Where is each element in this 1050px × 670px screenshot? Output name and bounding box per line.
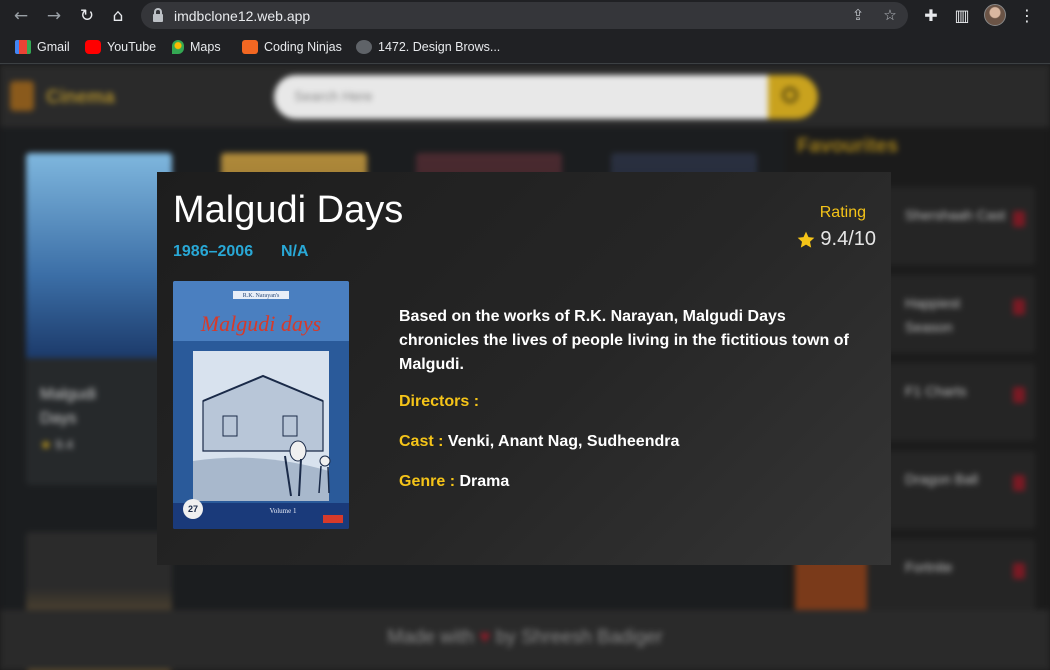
rating-label: Rating [819,204,866,221]
movie-years: 1986–2006 [173,243,254,260]
rating-value: 9.4/10 [796,228,876,251]
profile-avatar[interactable] [984,4,1006,26]
extensions-icon[interactable]: ✚ [920,5,942,27]
delete-icon[interactable] [1013,475,1025,491]
forward-arrow-icon[interactable]: → [43,5,65,27]
bookmark-star-icon[interactable]: ☆ [880,5,900,25]
movie-cast: Cast : Venki, Anant Nag, Sudheendra [399,433,680,450]
delete-icon[interactable] [1013,211,1025,227]
search-input[interactable]: Search Here [274,75,770,119]
favourites-title: Favourites [797,135,899,157]
search-button[interactable] [768,75,818,119]
back-arrow-icon[interactable]: ← [10,5,32,27]
card-rating: ★ 9.4 [40,437,74,452]
bookmark-youtube[interactable]: YouTube [85,39,156,55]
menu-kebab-icon[interactable]: ⋮ [1016,5,1038,27]
address-bar[interactable]: imdbclone12.web.app ⇪ ☆ [141,2,908,29]
logo-icon [10,81,34,111]
bookmark-gmail[interactable]: Gmail [15,39,70,55]
home-icon[interactable]: ⌂ [107,5,129,27]
leetcode-icon [356,40,372,54]
star-icon: ★ [40,437,52,452]
delete-icon[interactable] [1013,563,1025,579]
movie-detail-modal: Malgudi Days 1986–2006 N/A Rating 9.4/10… [157,172,891,565]
site-footer: Made with ♥ by Shreesh Badiger [0,610,1050,670]
movie-title: Malgudi Days [173,189,404,231]
site-header: Cinema Search Here [0,65,1050,127]
bookmark-coding-ninjas[interactable]: Coding Ninjas [242,39,342,55]
url-text[interactable]: imdbclone12.web.app [174,8,310,24]
bookmark-label: Maps [190,40,221,54]
svg-text:Volume 1: Volume 1 [270,507,297,515]
browser-toolbar: ← → ↻ ⌂ imdbclone12.web.app ⇪ ☆ ✚ ▥ ⋮ [0,0,1050,31]
bookmark-label: 1472. Design Brows... [378,40,501,54]
footer-text: Made with ♥ by Shreesh Badiger [387,627,663,648]
reload-icon[interactable]: ↻ [76,5,98,27]
bookmark-label: YouTube [107,40,157,54]
card-title: Malgudi Days [40,386,97,427]
star-icon [798,231,815,248]
logo-text: Cinema [46,87,115,108]
movie-plot: Based on the works of R.K. Narayan, Malg… [399,308,849,373]
heart-icon: ♥ [479,627,491,648]
movie-directors: Directors : [399,393,480,410]
web-page: Cinema Search Here Malgudi Days ★ 9.4 Fa… [0,65,1050,670]
search-placeholder: Search Here [294,88,373,104]
delete-icon[interactable] [1013,299,1025,315]
delete-icon[interactable] [1013,387,1025,403]
bookmark-label: Coding Ninjas [264,40,342,54]
movie-genre: Genre : Drama [399,473,510,490]
coding-ninjas-icon [242,40,258,54]
movie-card[interactable]: Malgudi Days ★ 9.4 [26,153,172,485]
gmail-icon [15,40,31,54]
poster-title: Malgudi days [200,311,321,336]
bookmarks-bar: Gmail YouTube Maps Coding Ninjas 1472. D… [0,31,1050,64]
maps-icon [172,40,184,54]
search-icon [782,87,798,103]
bookmark-label: Gmail [37,40,70,54]
youtube-icon [85,40,101,54]
share-icon[interactable]: ⇪ [848,5,868,25]
lock-icon[interactable] [153,8,163,22]
bookmark-design-browser[interactable]: 1472. Design Brows... [356,39,500,55]
card-poster [26,153,172,358]
bookmark-maps[interactable]: Maps [172,39,221,55]
movie-rated: N/A [281,243,309,260]
movie-poster: R.K. Narayan's Malgudi days 27 Volume 1 [173,281,349,529]
svg-text:R.K. Narayan's: R.K. Narayan's [243,293,280,299]
svg-text:27: 27 [188,504,198,514]
side-panel-icon[interactable]: ▥ [951,5,973,27]
